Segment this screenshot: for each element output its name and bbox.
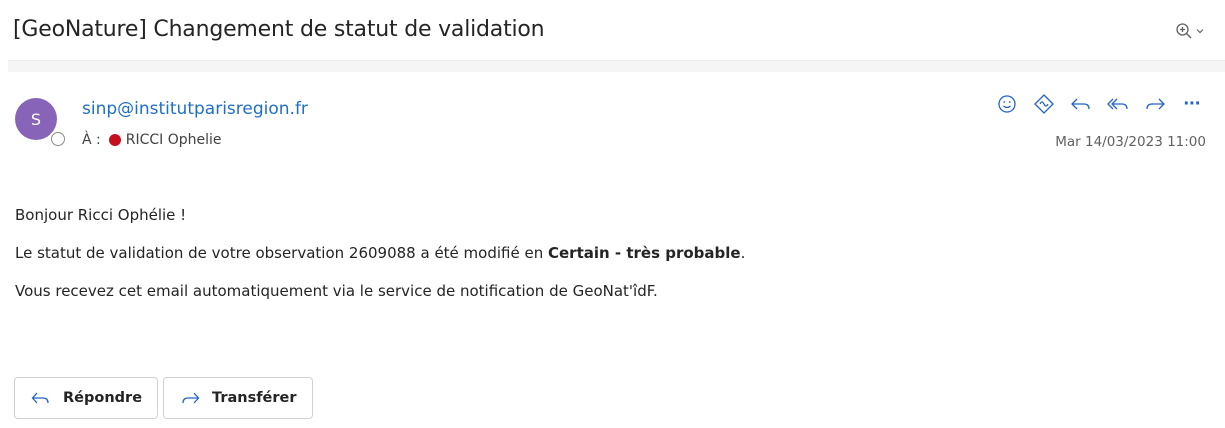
header-divider [8,60,1225,72]
more-label: ··· [1183,92,1202,115]
recipient-name[interactable]: RICCI Ophelie [126,132,222,148]
avatar-initial: S [30,109,42,129]
status-value: Certain - très probable [547,244,741,262]
sender-address[interactable]: sinp@institutparisregion.fr [82,99,308,119]
forward-button-label: Transférer [212,390,297,406]
reply-all-icon[interactable] [1106,92,1130,116]
smile-icon[interactable] [995,92,1019,116]
busy-status-icon [108,134,121,146]
forward-icon[interactable] [1143,92,1167,116]
more-icon[interactable]: ··· [1180,92,1204,116]
recipients-line: À : RICCI Ophelie [82,132,222,148]
message-actions: ··· [995,92,1204,116]
chevron-down-icon [1195,26,1205,36]
forward-icon [180,390,200,406]
quick-actions: Répondre Transférer [14,377,313,419]
subject-bar: [GeoNature] Changement de statut de vali… [0,0,1225,64]
message-date: Mar 14/03/2023 11:00 [1055,134,1206,150]
status-text-after: . [740,244,746,262]
to-label: À : [82,132,101,148]
status-text-before: Le statut de validation de votre observa… [15,244,548,262]
presence-status-icon [49,130,67,148]
email-subject: [GeoNature] Changement de statut de vali… [13,17,545,42]
reply-button-label: Répondre [63,390,143,406]
reply-icon [31,390,51,406]
reply-icon[interactable] [1069,92,1093,116]
message-body: Bonjour Ricci Ophélie ! Le statut de val… [15,205,745,319]
zoom-in-icon [1175,22,1193,40]
status-change-text: Le statut de validation de votre observa… [15,243,745,263]
greeting-text: Bonjour Ricci Ophélie ! [15,206,187,224]
notification-text: Vous recevez cet email automatiquement v… [15,282,658,300]
forward-button[interactable]: Transférer [163,377,313,419]
reply-button[interactable]: Répondre [14,377,159,419]
loop-icon[interactable] [1032,92,1056,116]
zoom-button[interactable] [1175,22,1205,40]
